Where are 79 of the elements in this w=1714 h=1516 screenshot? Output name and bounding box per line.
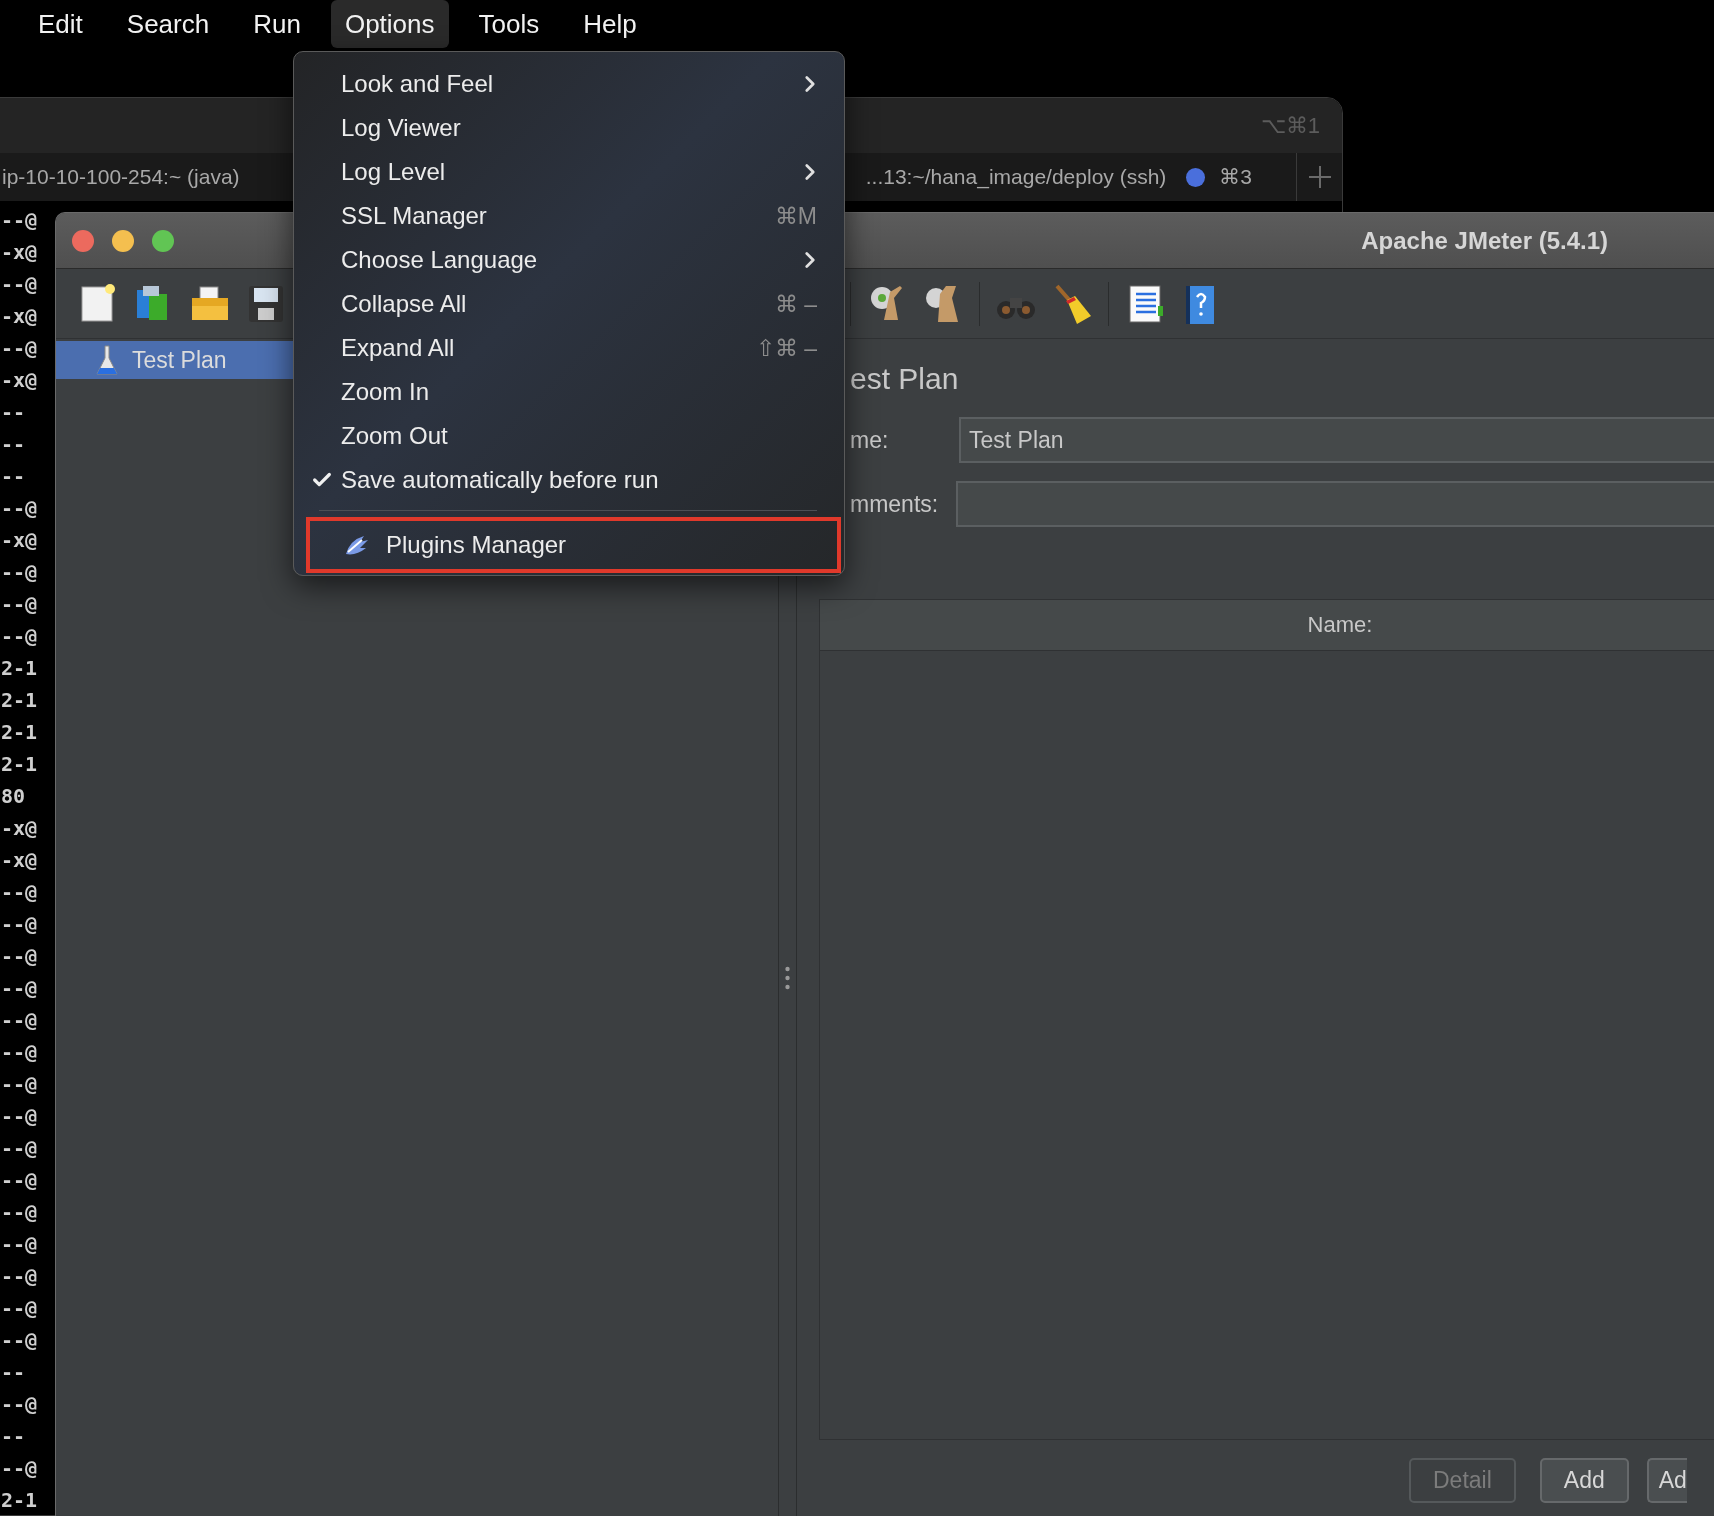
- terminal-line: --@: [1, 1327, 38, 1354]
- terminal-line: --@: [1, 1039, 38, 1066]
- terminal-line: --: [1, 463, 26, 490]
- menu-title[interactable]: Help: [569, 0, 651, 48]
- terminal-line: --@: [1, 335, 38, 362]
- field-label: mments:: [849, 490, 940, 518]
- close-button[interactable]: [72, 229, 94, 252]
- terminal-line: --@: [1, 1167, 38, 1194]
- terminal-line: --@: [1, 1391, 38, 1418]
- menu-item[interactable]: Choose Language: [294, 238, 844, 282]
- terminal-line: --@: [1, 1455, 38, 1482]
- menu-title[interactable]: Tools: [464, 0, 554, 48]
- shortcut-label: ⌘ –: [774, 290, 817, 318]
- terminal-line: --@: [1, 591, 38, 618]
- terminal-line: --@: [1, 879, 38, 906]
- terminal-line: --@: [1, 1199, 38, 1226]
- menu-item[interactable]: Collapse All ⌘ –: [294, 282, 844, 326]
- terminal-line: --@: [1, 1071, 38, 1098]
- splitter-handle-icon[interactable]: [785, 965, 790, 990]
- terminal-tab[interactable]: ...13:~/hana_image/deploy (ssh) ⌘3: [844, 153, 1297, 201]
- terminal-line: --@: [1, 943, 38, 970]
- terminal-line: -x@: [1, 847, 38, 874]
- terminal-line: --@: [1, 1103, 38, 1130]
- text-field[interactable]: [956, 481, 1714, 527]
- menu-title[interactable]: Run: [239, 0, 315, 48]
- terminal-line: -x@: [1, 527, 38, 554]
- menu-item[interactable]: Zoom In: [294, 370, 844, 414]
- terminal-line: 80: [1, 783, 26, 810]
- menu-item[interactable]: Look and Feel: [294, 62, 844, 106]
- menu-item[interactable]: Expand All ⇧⌘ –: [294, 326, 844, 370]
- menu-title[interactable]: Options: [330, 0, 449, 48]
- terminal-line: --@: [1, 271, 38, 298]
- terminal-line: --: [1, 1423, 26, 1450]
- column-header: Name:: [820, 600, 1714, 651]
- menu-title[interactable]: Edit: [24, 0, 97, 48]
- action-button[interactable]: Add: [1539, 1458, 1629, 1503]
- terminal-line: --@: [1, 495, 38, 522]
- action-button[interactable]: Ad: [1646, 1458, 1687, 1503]
- menu-item[interactable]: SSL Manager ⌘M: [294, 194, 844, 238]
- terminal-line: --: [1, 1359, 26, 1386]
- plus-icon: [1308, 166, 1331, 188]
- terminal-line: --@: [1, 975, 38, 1002]
- terminal-line: -x@: [1, 367, 38, 394]
- menu-item[interactable]: Plugins Manager: [306, 517, 841, 573]
- terminal-line: --@: [1, 911, 38, 938]
- terminal-line: --: [1, 431, 26, 458]
- menu-item[interactable]: Save automatically before run: [294, 458, 844, 502]
- terminal-line: 2-1: [1, 1487, 38, 1514]
- menu-title[interactable]: Search: [112, 0, 224, 48]
- terminal-line: -x@: [1, 303, 38, 330]
- panel-heading: est Plan: [849, 361, 960, 397]
- terminal-line: 2-1: [1, 719, 38, 746]
- terminal-line: 2-1: [1, 687, 38, 714]
- shortcut-label: ⌘M: [774, 202, 817, 230]
- terminal-line: 2-1: [1, 751, 38, 778]
- window-title: Apache JMeter (5.4.1): [1361, 226, 1608, 255]
- terminal-line: --: [1, 399, 26, 426]
- terminal-line: -x@: [1, 239, 38, 266]
- terminal-line: --@: [1, 1263, 38, 1290]
- menu-item[interactable]: Log Level: [294, 150, 844, 194]
- terminal-line: --@: [1, 1007, 38, 1034]
- text-field[interactable]: Test Plan: [959, 417, 1714, 463]
- terminal-line: --@: [1, 207, 38, 234]
- terminal-line: -x@: [1, 815, 38, 842]
- terminal-line: --@: [1, 1295, 38, 1322]
- menu-item[interactable]: Log Viewer: [294, 106, 844, 150]
- minimize-button[interactable]: [112, 229, 134, 252]
- flask-icon: [96, 344, 118, 376]
- terminal-line: --@: [1, 559, 38, 586]
- terminal-line: 2-1: [1, 655, 38, 682]
- field-label: me:: [849, 426, 890, 454]
- terminal-line: --@: [1, 623, 38, 650]
- terminal-line: --@: [1, 1231, 38, 1258]
- zoom-button[interactable]: [152, 229, 174, 252]
- window-shortcut: ⌥⌘1: [1260, 112, 1320, 139]
- shortcut-label: ⇧⌘ –: [755, 334, 817, 362]
- terminal-line: --@: [1, 1135, 38, 1162]
- feather-icon: [344, 534, 370, 556]
- menu-item[interactable]: Zoom Out: [294, 414, 844, 458]
